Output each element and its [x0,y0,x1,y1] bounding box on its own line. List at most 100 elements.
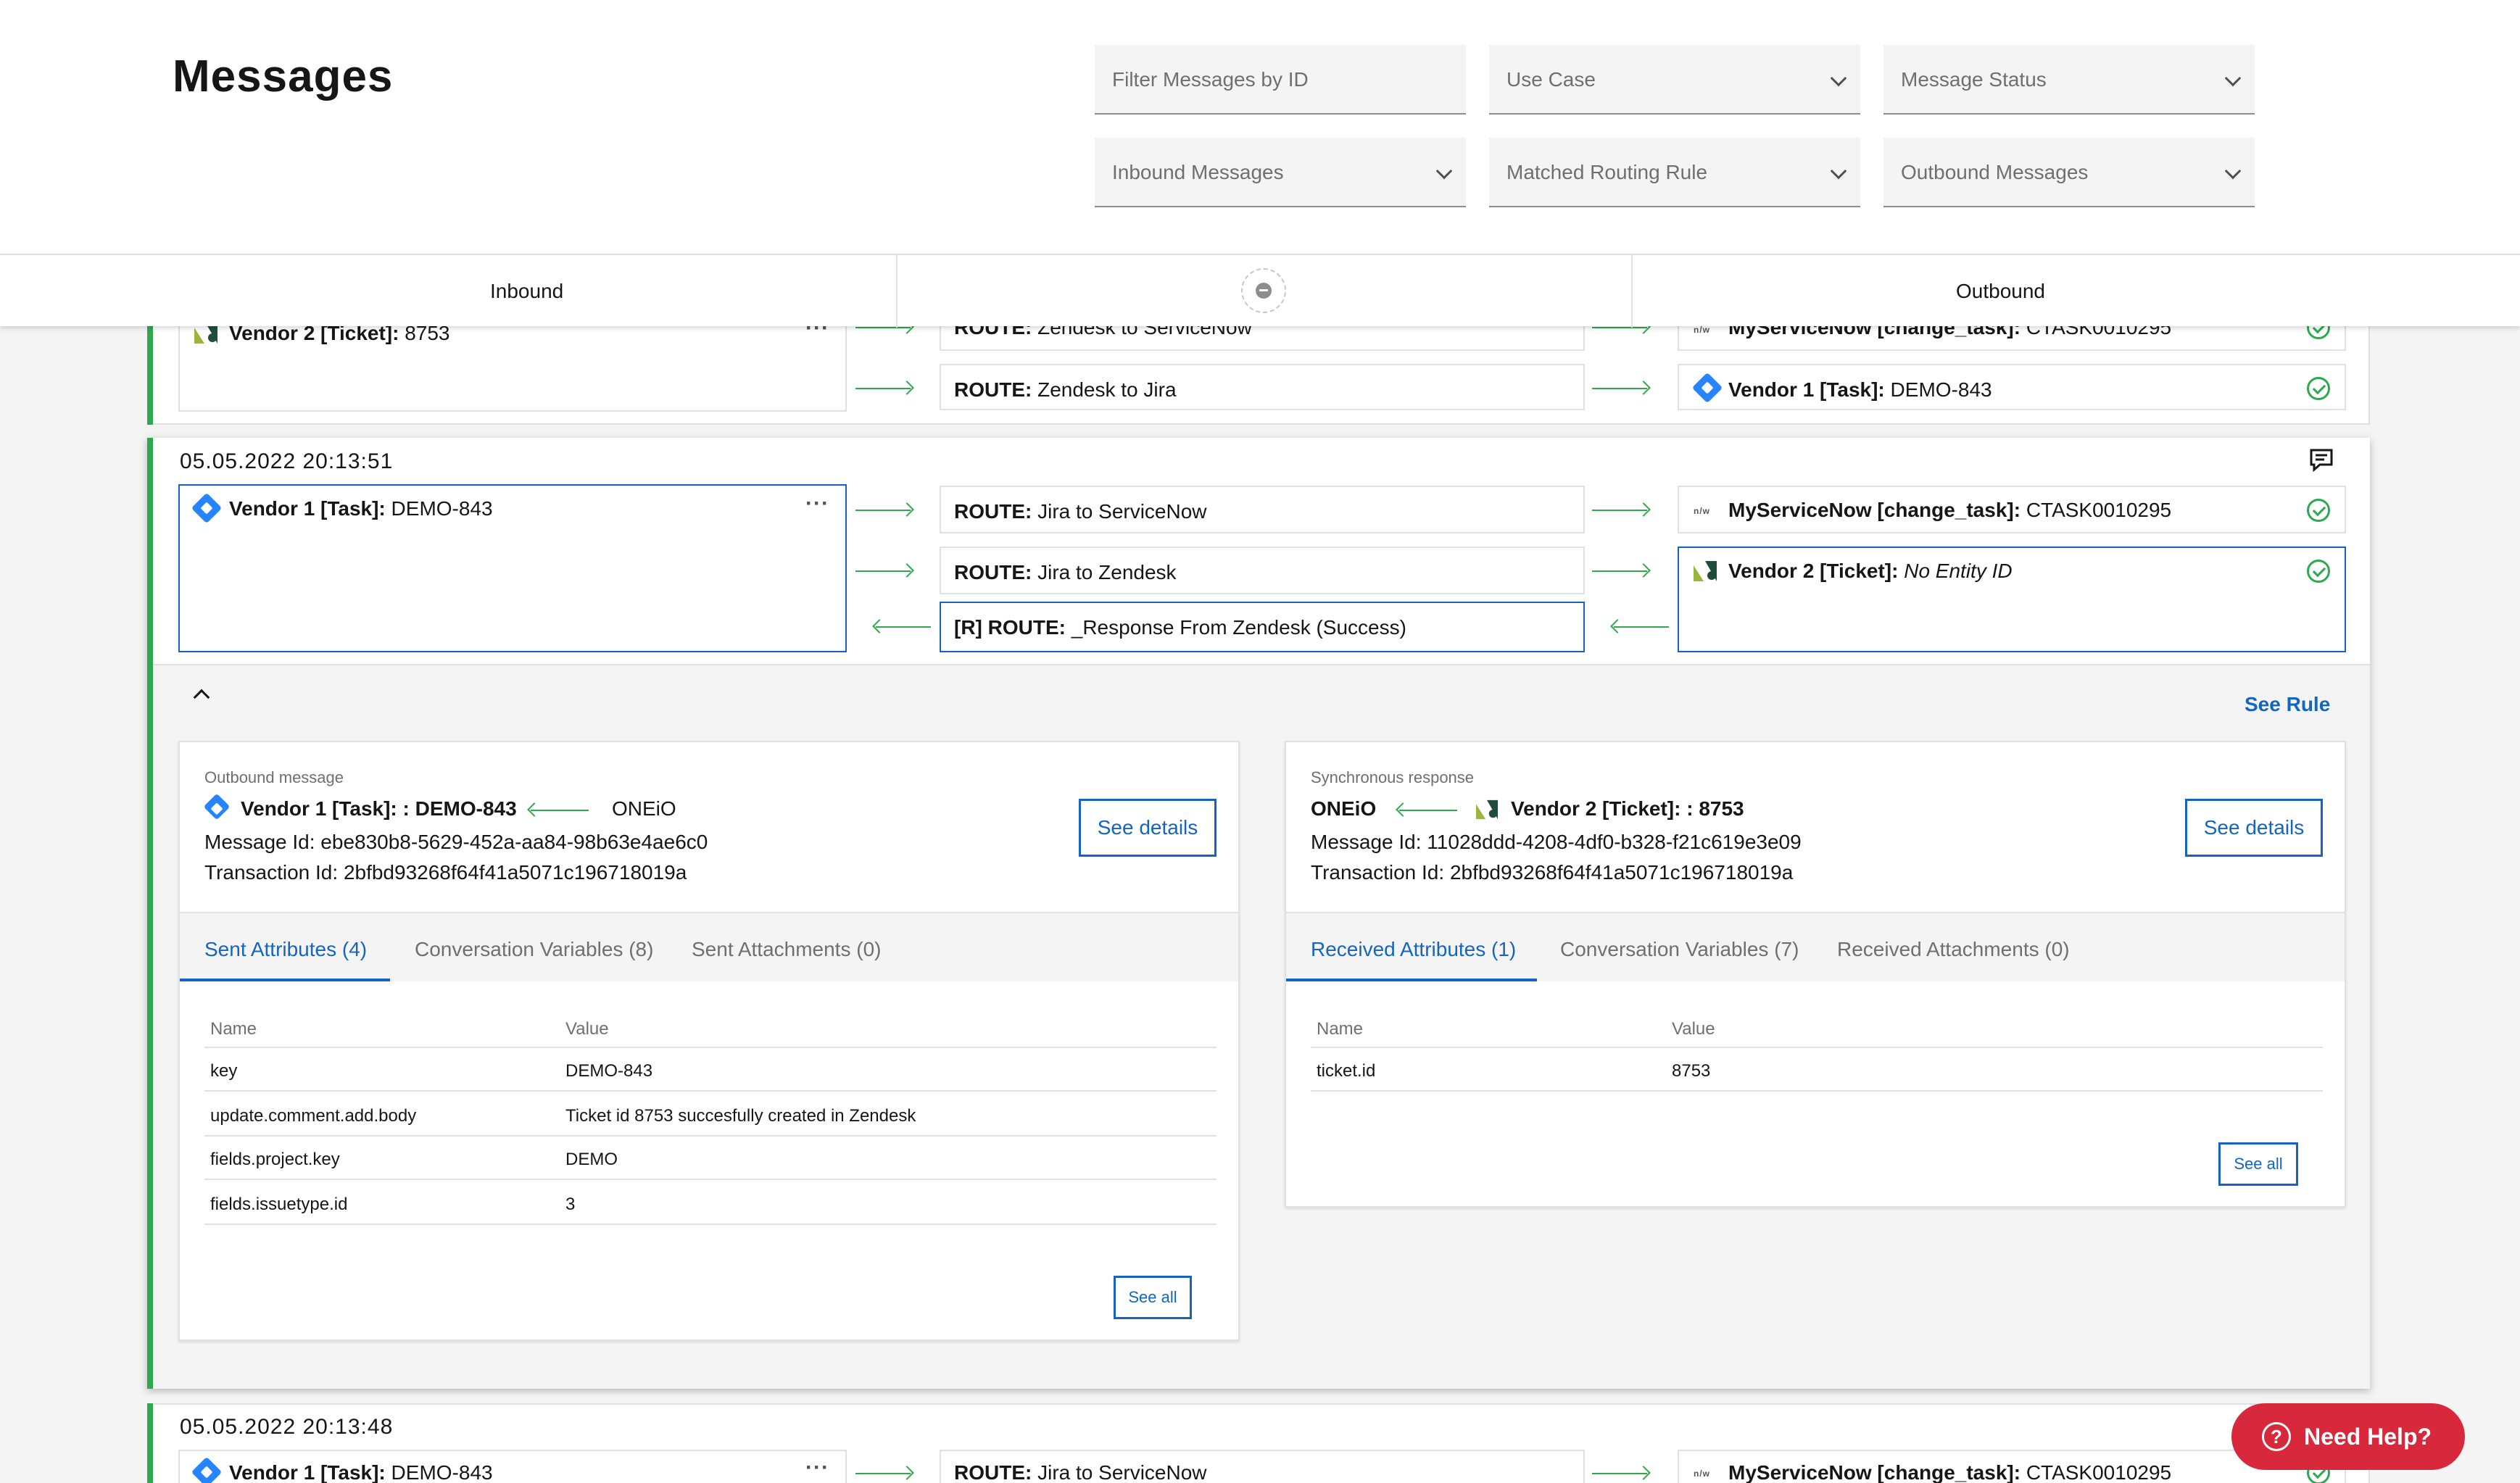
panel-caption: Outbound message [204,768,344,786]
row-divider [1311,1047,2323,1048]
panel-oneio: ONEiO [1311,797,1377,820]
column-header-bar: Inbound Outbound [0,254,2520,328]
response-route-card[interactable]: [R] ROUTE: _Response From Zendesk (Succe… [940,602,1585,652]
table-row-value: Ticket id 8753 succesfully created in Ze… [565,1106,916,1126]
tab-sent-attributes[interactable]: Sent Attributes (4) [204,938,367,961]
row-divider [204,1179,1217,1180]
servicenow-icon: n/w [1694,1469,1710,1479]
outbound-card[interactable]: n/w MyServiceNow [change_task]: CTASK001… [1678,486,2346,533]
tab-received-attachments[interactable]: Received Attachments (0) [1837,938,2070,961]
group-1-inbound-card[interactable]: Vendor 1 [Task]: DEMO-843 ··· [178,484,847,652]
outbound-messages-select[interactable]: Outbound Messages [1883,138,2255,207]
arrow-right-icon [855,510,911,511]
arrow-right-icon [1592,570,1647,572]
active-tab-indicator [1286,979,1537,981]
group-2-status-bar [147,1403,153,1483]
help-icon: ? [2262,1422,2291,1451]
message-id: Message Id: ebe830b8-5629-452a-aa84-98b6… [204,831,708,853]
arrow-right-icon [1592,388,1647,389]
active-tab-indicator [180,979,390,981]
outbound-message-panel: Outbound message Vendor 1 [Task]: : DEMO… [178,741,1240,1341]
row-divider [1311,1090,2323,1092]
jira-icon [191,492,223,524]
arrow-left-icon [1614,626,1669,628]
column-name: Name [1317,1019,1364,1039]
page-header: Messages Filter Messages by ID Use Case … [0,0,2520,254]
jira-icon [191,1456,223,1483]
panel-oneio: ONEiO [612,797,676,820]
message-id: Message Id: 11028ddd-4208-4df0-b328-f21c… [1311,831,1802,853]
route-card[interactable]: ROUTE: Jira to ServiceNow [940,486,1585,533]
need-help-button[interactable]: ? Need Help? [2231,1403,2465,1470]
arrow-right-icon [855,1473,911,1474]
column-value: Value [1672,1019,1715,1039]
table-row-name: fields.project.key [210,1150,340,1169]
table-row-name: key [210,1061,238,1081]
jira-icon [203,793,231,821]
group-1-status-bar [147,438,153,1389]
zendesk-icon [1694,561,1717,581]
chevron-down-icon [2224,162,2242,180]
column-inbound: Inbound [490,280,564,302]
table-row-name: ticket.id [1317,1061,1376,1081]
arrow-right-icon [1592,327,1647,328]
chevron-down-icon [1830,162,1847,180]
table-row-value: 8753 [1672,1061,1711,1081]
table-row-name: update.comment.add.body [210,1106,417,1126]
column-divider [896,255,898,328]
loading-spinner-icon [1241,268,1286,313]
message-timestamp: 05.05.2022 20:13:51 [180,449,394,473]
route-card[interactable]: ROUTE: Jira to Zendesk [940,547,1585,594]
transaction-id: Transaction Id: 2bfbd93268f64f41a5071c19… [1311,861,1794,884]
arrow-right-icon [855,327,911,328]
message-timestamp: 05.05.2022 20:13:48 [180,1415,394,1439]
arrow-left-icon [876,626,931,628]
comment-icon[interactable] [2307,447,2336,473]
arrow-right-icon [855,570,911,572]
table-row-value: 3 [565,1195,576,1214]
column-outbound: Outbound [1956,280,2045,302]
panel-caption: Synchronous response [1311,768,1475,786]
chevron-down-icon [1830,70,1847,87]
table-row-value: DEMO-843 [565,1061,653,1081]
column-value: Value [565,1019,609,1039]
chevron-down-icon [2224,70,2242,87]
use-case-select[interactable]: Use Case [1489,45,1860,115]
see-details-button[interactable]: See details [2185,799,2323,857]
matched-routing-rule-select[interactable]: Matched Routing Rule [1489,138,1860,207]
filter-id-input[interactable]: Filter Messages by ID [1095,45,1466,115]
chevron-down-icon [1435,162,1453,180]
tab-conversation-variables[interactable]: Conversation Variables (8) [415,938,653,961]
more-options-icon[interactable]: ··· [805,491,829,516]
more-options-icon[interactable]: ··· [805,1455,829,1480]
column-divider [1631,255,1633,328]
see-all-button[interactable]: See all [1114,1276,1192,1319]
zendesk-icon [1476,799,1498,820]
success-check-icon [2307,377,2330,400]
tab-received-attributes[interactable]: Received Attributes (1) [1311,938,1516,961]
group-2-inbound-card[interactable]: Vendor 1 [Task]: DEMO-843 ··· [178,1450,847,1483]
route-card[interactable]: ROUTE: Jira to ServiceNow [940,1450,1585,1483]
see-all-button[interactable]: See all [2218,1142,2298,1186]
servicenow-icon: n/w [1694,506,1710,516]
table-row-value: DEMO [565,1150,618,1169]
synchronous-response-panel: Synchronous response ONEiO Vendor 2 [Tic… [1285,741,2346,1208]
panel-vendor: Vendor 2 [Ticket]: : 8753 [1511,797,1744,820]
panel-vendor: Vendor 1 [Task]: : DEMO-843 [241,797,517,820]
see-rule-link[interactable]: See Rule [2245,693,2330,716]
inbound-messages-select[interactable]: Inbound Messages [1095,138,1466,207]
route-card[interactable]: ROUTE: Zendesk to Jira [940,364,1585,410]
arrow-right-icon [1592,1473,1647,1474]
row-divider [204,1224,1217,1225]
page-title: Messages [173,51,394,101]
arrow-right-icon [1592,510,1647,511]
tab-conversation-variables[interactable]: Conversation Variables (7) [1560,938,1799,961]
outbound-card[interactable]: Vendor 1 [Task]: DEMO-843 [1678,364,2346,410]
success-check-icon [2307,560,2330,583]
tab-sent-attachments[interactable]: Sent Attachments (0) [692,938,881,961]
arrow-left-icon [531,810,589,811]
column-name: Name [210,1019,257,1039]
outbound-card-selected[interactable]: Vendor 2 [Ticket]: No Entity ID [1678,547,2346,652]
message-status-select[interactable]: Message Status [1883,45,2255,115]
see-details-button[interactable]: See details [1079,799,1217,857]
